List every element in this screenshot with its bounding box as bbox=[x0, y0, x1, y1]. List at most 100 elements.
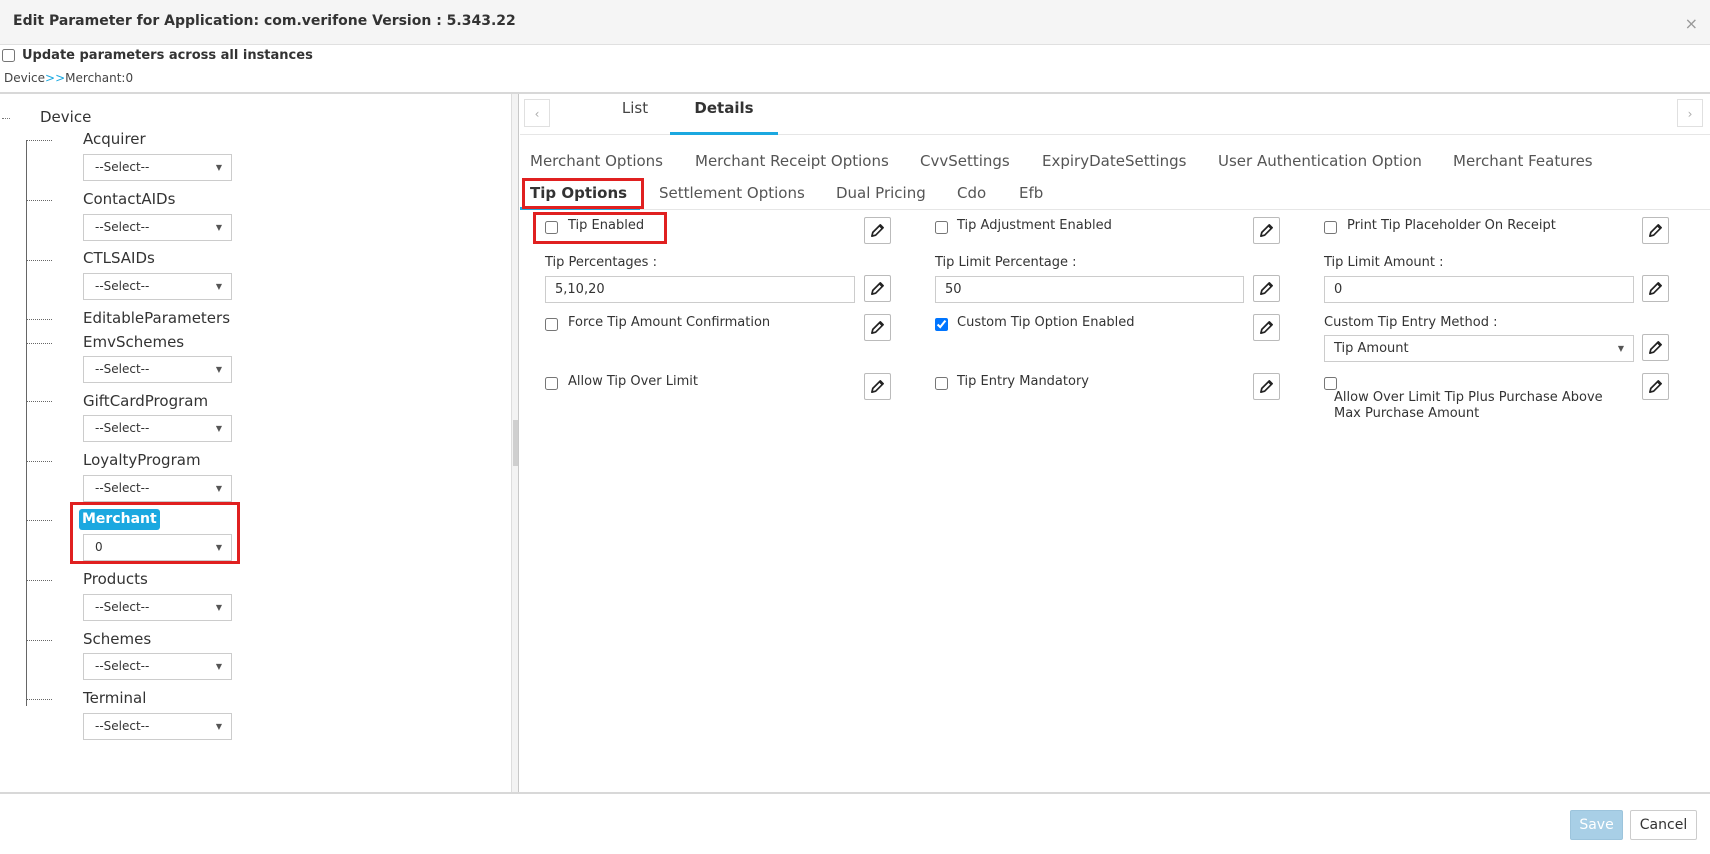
tree-node-acquirer[interactable]: Acquirer bbox=[83, 130, 146, 148]
emvschemes-select[interactable]: --Select-- ▼ bbox=[83, 356, 232, 383]
subtab-cdo[interactable]: Cdo bbox=[957, 184, 986, 202]
tree-node-giftcardprogram[interactable]: GiftCardProgram bbox=[83, 392, 208, 410]
loyaltyprogram-select[interactable]: --Select-- ▼ bbox=[83, 475, 232, 502]
update-all-instances: Update parameters across all instances bbox=[2, 46, 313, 64]
tab-list[interactable]: List bbox=[590, 94, 680, 132]
breadcrumb-root[interactable]: Device bbox=[4, 71, 45, 85]
edit-tip-entry-mandatory-button[interactable] bbox=[1253, 373, 1280, 400]
tree-node-terminal[interactable]: Terminal bbox=[83, 689, 146, 707]
tree-node-schemes[interactable]: Schemes bbox=[83, 630, 151, 648]
subtab-efb[interactable]: Efb bbox=[1019, 184, 1043, 202]
print-tip-placeholder-label: Print Tip Placeholder On Receipt bbox=[1347, 218, 1556, 233]
update-all-instances-label: Update parameters across all instances bbox=[22, 47, 313, 63]
edit-custom-tip-entry-method-button[interactable] bbox=[1642, 334, 1669, 361]
edit-tip-limit-percentage-button[interactable] bbox=[1253, 275, 1280, 302]
chevron-down-icon: ▼ bbox=[1617, 344, 1624, 353]
subtab-expirydatesettings[interactable]: ExpiryDateSettings bbox=[1042, 152, 1186, 170]
edit-print-tip-placeholder-button[interactable] bbox=[1642, 217, 1669, 244]
tab-next-button[interactable]: › bbox=[1677, 99, 1703, 127]
save-button[interactable]: Save bbox=[1570, 810, 1623, 840]
tree-node-loyaltyprogram[interactable]: LoyaltyProgram bbox=[83, 451, 201, 469]
tip-enabled-highlight-box bbox=[533, 212, 667, 244]
panel-splitter[interactable] bbox=[511, 94, 519, 792]
tip-limit-percentage-input[interactable]: 50 bbox=[935, 276, 1244, 303]
force-tip-confirmation-checkbox[interactable] bbox=[545, 318, 558, 331]
ctlsaids-select[interactable]: --Select-- ▼ bbox=[83, 273, 232, 300]
splitter-grip[interactable] bbox=[513, 420, 518, 466]
products-select[interactable]: --Select-- ▼ bbox=[83, 594, 232, 621]
pencil-icon bbox=[1649, 341, 1662, 354]
loyaltyprogram-select-value: --Select-- bbox=[95, 481, 150, 495]
tree-node-contactaids[interactable]: ContactAIDs bbox=[83, 190, 175, 208]
edit-tip-percentages-button[interactable] bbox=[864, 275, 891, 302]
tip-entry-mandatory-label: Tip Entry Mandatory bbox=[957, 374, 1089, 389]
edit-custom-tip-option-enabled-button[interactable] bbox=[1253, 314, 1280, 341]
products-select-value: --Select-- bbox=[95, 600, 150, 614]
chevron-down-icon: ▼ bbox=[215, 424, 222, 433]
close-icon[interactable]: × bbox=[1685, 14, 1698, 33]
cancel-button[interactable]: Cancel bbox=[1630, 810, 1697, 840]
contactaids-select-value: --Select-- bbox=[95, 220, 150, 234]
force-tip-confirmation-label: Force Tip Amount Confirmation bbox=[568, 315, 771, 330]
tree-node-ctlsaids[interactable]: CTLSAIDs bbox=[83, 249, 155, 267]
subtab-merchant-features[interactable]: Merchant Features bbox=[1453, 152, 1593, 170]
chevron-down-icon: ▼ bbox=[215, 603, 222, 612]
custom-tip-option-enabled-checkbox[interactable] bbox=[935, 318, 948, 331]
edit-allow-tip-over-limit-button[interactable] bbox=[864, 373, 891, 400]
terminal-select[interactable]: --Select-- ▼ bbox=[83, 713, 232, 740]
subtab-merchant-options[interactable]: Merchant Options bbox=[530, 152, 663, 170]
chevron-down-icon: ▼ bbox=[215, 722, 222, 731]
pencil-icon bbox=[1649, 282, 1662, 295]
tip-options-highlight-box bbox=[522, 178, 644, 209]
tree-root-device[interactable]: Device bbox=[40, 108, 91, 126]
tree-node-products[interactable]: Products bbox=[83, 570, 148, 588]
chevron-down-icon: ▼ bbox=[215, 365, 222, 374]
tree-connector bbox=[26, 260, 52, 261]
view-tabbar: ‹ List Details › bbox=[520, 94, 1710, 135]
subtab-user-authentication-option[interactable]: User Authentication Option bbox=[1218, 152, 1422, 170]
tree-connector bbox=[26, 401, 52, 402]
contactaids-select[interactable]: --Select-- ▼ bbox=[83, 214, 232, 241]
allow-over-limit-tip-plus-purchase-checkbox[interactable] bbox=[1324, 377, 1337, 390]
subtab-cvvsettings[interactable]: CvvSettings bbox=[920, 152, 1010, 170]
tip-adjustment-enabled-label: Tip Adjustment Enabled bbox=[957, 218, 1112, 233]
edit-tip-adjustment-enabled-button[interactable] bbox=[1253, 217, 1280, 244]
pencil-icon bbox=[871, 282, 884, 295]
breadcrumb-current: Merchant:0 bbox=[65, 71, 134, 85]
tree-node-emvschemes[interactable]: EmvSchemes bbox=[83, 333, 184, 351]
acquirer-select[interactable]: --Select-- ▼ bbox=[83, 154, 232, 181]
details-panel: ‹ List Details › Merchant Options Mercha… bbox=[520, 94, 1710, 792]
subtab-settlement-options[interactable]: Settlement Options bbox=[659, 184, 805, 202]
terminal-select-value: --Select-- bbox=[95, 719, 150, 733]
update-all-instances-checkbox[interactable] bbox=[2, 48, 15, 62]
custom-tip-option-enabled-label: Custom Tip Option Enabled bbox=[957, 315, 1135, 330]
edit-tip-limit-amount-button[interactable] bbox=[1642, 275, 1669, 302]
edit-allow-over-limit-tip-plus-purchase-button[interactable] bbox=[1642, 373, 1669, 400]
allow-tip-over-limit-label: Allow Tip Over Limit bbox=[568, 374, 698, 389]
tab-prev-button[interactable]: ‹ bbox=[524, 99, 550, 127]
print-tip-placeholder-checkbox[interactable] bbox=[1324, 221, 1337, 234]
tip-percentages-input[interactable]: 5,10,20 bbox=[545, 276, 855, 303]
tip-entry-mandatory-checkbox[interactable] bbox=[935, 377, 948, 390]
chevron-down-icon: ▼ bbox=[215, 223, 222, 232]
tree-connector bbox=[26, 640, 52, 641]
subtab-dual-pricing[interactable]: Dual Pricing bbox=[836, 184, 926, 202]
custom-tip-entry-method-select[interactable]: Tip Amount ▼ bbox=[1324, 335, 1634, 362]
giftcardprogram-select-value: --Select-- bbox=[95, 421, 150, 435]
merchant-highlight-box bbox=[70, 502, 240, 564]
tip-adjustment-enabled-checkbox[interactable] bbox=[935, 221, 948, 234]
schemes-select[interactable]: --Select-- ▼ bbox=[83, 653, 232, 680]
giftcardprogram-select[interactable]: --Select-- ▼ bbox=[83, 415, 232, 442]
edit-force-tip-confirmation-button[interactable] bbox=[864, 314, 891, 341]
allow-tip-over-limit-checkbox[interactable] bbox=[545, 377, 558, 390]
footer-divider bbox=[0, 792, 1710, 794]
tip-limit-amount-input[interactable]: 0 bbox=[1324, 276, 1634, 303]
subtab-merchant-receipt-options[interactable]: Merchant Receipt Options bbox=[695, 152, 889, 170]
tree-node-editableparameters[interactable]: EditableParameters bbox=[83, 309, 230, 327]
edit-tip-enabled-button[interactable] bbox=[864, 217, 891, 244]
tree-connector bbox=[26, 343, 52, 344]
tip-limit-percentage-label: Tip Limit Percentage : bbox=[935, 255, 1077, 270]
tab-details[interactable]: Details bbox=[670, 94, 778, 135]
tip-limit-amount-label: Tip Limit Amount : bbox=[1324, 255, 1444, 270]
pencil-icon bbox=[1260, 321, 1273, 334]
